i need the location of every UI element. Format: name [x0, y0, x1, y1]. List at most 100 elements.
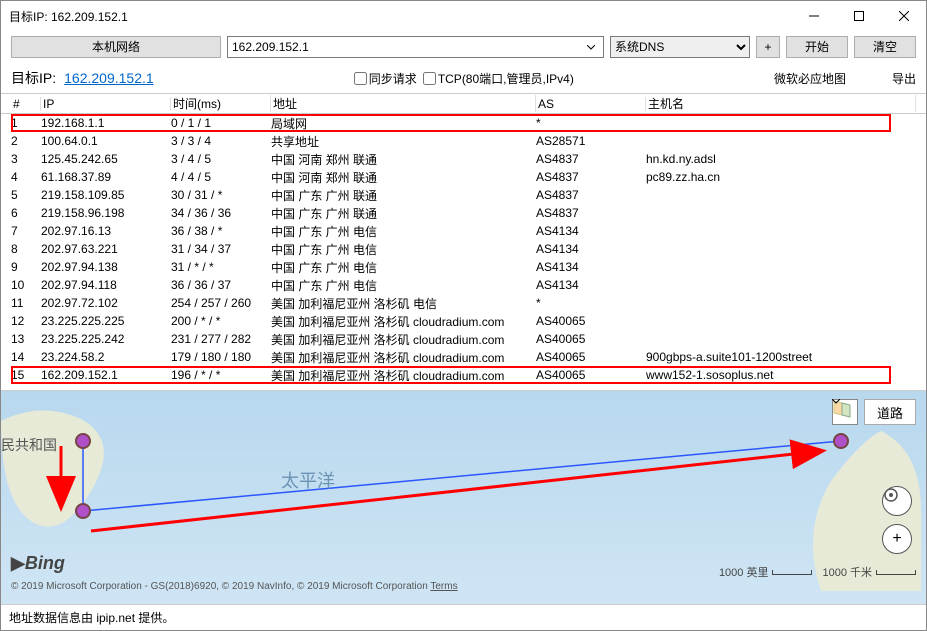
- dns-select[interactable]: 系统DNS: [610, 36, 750, 58]
- table-header: # IP 时间(ms) 地址 AS 主机名: [1, 94, 926, 114]
- cell-addr: 中国 广东 广州 联通: [271, 187, 536, 204]
- cell-host: www152-1.sosoplus.net: [646, 368, 916, 382]
- cell-time: 231 / 277 / 282: [171, 332, 271, 346]
- cell-as: AS4134: [536, 242, 646, 256]
- map-label-pacific: 太平洋: [281, 467, 335, 493]
- table-row[interactable]: 5219.158.109.8530 / 31 / *中国 广东 广州 联通AS4…: [1, 186, 926, 204]
- tcp-checkbox[interactable]: TCP(80端口,管理员,IPv4): [423, 70, 574, 87]
- local-network-button[interactable]: 本机网络: [11, 36, 221, 58]
- cell-ip: 23.225.225.225: [41, 314, 171, 328]
- toolbar: 本机网络 系统DNS + 开始 清空: [1, 31, 926, 63]
- col-as[interactable]: AS: [536, 97, 646, 111]
- cell-as: *: [536, 296, 646, 310]
- cell-as: AS40065: [536, 368, 646, 382]
- zoom-in-button[interactable]: +: [882, 524, 912, 554]
- maximize-button[interactable]: [836, 1, 881, 31]
- target-ip-link[interactable]: 162.209.152.1: [64, 70, 154, 86]
- close-button[interactable]: [881, 1, 926, 31]
- cell-ip: 23.224.58.2: [41, 350, 171, 364]
- col-host[interactable]: 主机名: [646, 95, 916, 112]
- ip-combobox[interactable]: [227, 36, 604, 58]
- cell-num: 9: [11, 260, 41, 274]
- cell-addr: 美国 加利福尼亚州 洛杉矶 cloudradium.com: [271, 313, 536, 330]
- map-label-china: 民共和国: [1, 435, 57, 455]
- cell-time: 200 / * / *: [171, 314, 271, 328]
- map-road-button[interactable]: 道路: [864, 399, 916, 425]
- col-addr[interactable]: 地址: [271, 95, 536, 112]
- cell-time: 36 / 36 / 37: [171, 278, 271, 292]
- cell-ip: 100.64.0.1: [41, 134, 171, 148]
- col-time[interactable]: 时间(ms): [171, 95, 271, 112]
- cell-as: AS40065: [536, 350, 646, 364]
- ip-input[interactable]: [232, 40, 583, 54]
- cell-addr: 美国 加利福尼亚州 洛杉矶 电信: [271, 295, 536, 312]
- cell-time: 3 / 3 / 4: [171, 134, 271, 148]
- table-row[interactable]: 1423.224.58.2179 / 180 / 180美国 加利福尼亚州 洛杉…: [1, 348, 926, 366]
- table-row[interactable]: 7202.97.16.1336 / 38 / *中国 广东 广州 电信AS413…: [1, 222, 926, 240]
- cell-num: 10: [11, 278, 41, 292]
- table-row[interactable]: 1192.168.1.10 / 1 / 1局域网*: [1, 114, 926, 132]
- target-ip-label: 目标IP:: [11, 68, 56, 88]
- cell-ip: 202.97.72.102: [41, 296, 171, 310]
- terms-link[interactable]: Terms: [430, 581, 457, 592]
- start-button[interactable]: 开始: [786, 36, 848, 58]
- bing-map-button[interactable]: 微软必应地图: [774, 70, 884, 87]
- cell-num: 8: [11, 242, 41, 256]
- cell-ip: 219.158.109.85: [41, 188, 171, 202]
- cell-ip: 219.158.96.198: [41, 206, 171, 220]
- clear-button[interactable]: 清空: [854, 36, 916, 58]
- add-button[interactable]: +: [756, 36, 780, 58]
- cell-as: AS28571: [536, 134, 646, 148]
- cell-ip: 202.97.94.118: [41, 278, 171, 292]
- table-row[interactable]: 11202.97.72.102254 / 257 / 260美国 加利福尼亚州 …: [1, 294, 926, 312]
- table-row[interactable]: 3125.45.242.653 / 4 / 5中国 河南 郑州 联通AS4837…: [1, 150, 926, 168]
- export-button[interactable]: 导出: [892, 70, 916, 87]
- cell-ip: 162.209.152.1: [41, 368, 171, 382]
- table-row[interactable]: 15162.209.152.1196 / * / *美国 加利福尼亚州 洛杉矶 …: [1, 366, 926, 384]
- cell-addr: 美国 加利福尼亚州 洛杉矶 cloudradium.com: [271, 331, 536, 348]
- cell-addr: 中国 广东 广州 电信: [271, 259, 536, 276]
- cell-num: 1: [11, 116, 41, 130]
- cell-ip: 202.97.63.221: [41, 242, 171, 256]
- cell-num: 7: [11, 224, 41, 238]
- cell-time: 3 / 4 / 5: [171, 152, 271, 166]
- cell-ip: 61.168.37.89: [41, 170, 171, 184]
- cell-ip: 125.45.242.65: [41, 152, 171, 166]
- cell-addr: 中国 河南 郑州 联通: [271, 151, 536, 168]
- chevron-down-icon[interactable]: [583, 40, 599, 54]
- table-row[interactable]: 10202.97.94.11836 / 36 / 37中国 广东 广州 电信AS…: [1, 276, 926, 294]
- cell-addr: 中国 广东 广州 电信: [271, 241, 536, 258]
- cell-addr: 中国 河南 郑州 联通: [271, 169, 536, 186]
- status-bar: 地址数据信息由 ipip.net 提供。: [1, 604, 926, 630]
- map-canvas: [1, 391, 921, 591]
- map-scale: 1000 英里 1000 千米: [719, 564, 916, 580]
- cell-num: 4: [11, 170, 41, 184]
- cell-time: 31 / * / *: [171, 260, 271, 274]
- cell-num: 5: [11, 188, 41, 202]
- cell-num: 13: [11, 332, 41, 346]
- table-row[interactable]: 9202.97.94.13831 / * / *中国 广东 广州 电信AS413…: [1, 258, 926, 276]
- table-row[interactable]: 6219.158.96.19834 / 36 / 36中国 广东 广州 联通AS…: [1, 204, 926, 222]
- col-num[interactable]: #: [11, 97, 41, 111]
- locate-button[interactable]: [882, 486, 912, 516]
- cell-host: pc89.zz.ha.cn: [646, 170, 916, 184]
- table-row[interactable]: 1223.225.225.225200 / * / *美国 加利福尼亚州 洛杉矶…: [1, 312, 926, 330]
- sub-toolbar: 目标IP: 162.209.152.1 同步请求 TCP(80端口,管理员,IP…: [1, 63, 926, 93]
- table-row[interactable]: 461.168.37.894 / 4 / 5中国 河南 郑州 联通AS4837p…: [1, 168, 926, 186]
- table-row[interactable]: 8202.97.63.22131 / 34 / 37中国 广东 广州 电信AS4…: [1, 240, 926, 258]
- col-ip[interactable]: IP: [41, 97, 171, 111]
- cell-addr: 美国 加利福尼亚州 洛杉矶 cloudradium.com: [271, 367, 536, 384]
- table-row[interactable]: 1323.225.225.242231 / 277 / 282美国 加利福尼亚州…: [1, 330, 926, 348]
- cell-ip: 202.97.94.138: [41, 260, 171, 274]
- cell-time: 34 / 36 / 36: [171, 206, 271, 220]
- cell-num: 11: [11, 296, 41, 310]
- cell-addr: 局域网: [271, 115, 536, 132]
- minimize-button[interactable]: [791, 1, 836, 31]
- cell-as: *: [536, 116, 646, 130]
- cell-num: 15: [11, 368, 41, 382]
- sync-request-checkbox[interactable]: 同步请求: [354, 70, 417, 87]
- cell-as: AS40065: [536, 314, 646, 328]
- table-row[interactable]: 2100.64.0.13 / 3 / 4共享地址AS28571: [1, 132, 926, 150]
- map-copyright: © 2019 Microsoft Corporation - GS(2018)6…: [11, 581, 458, 592]
- map[interactable]: 民共和国 太平洋 道路 + 1000 英里 1000 千米 ▶Bing © 20: [1, 391, 926, 604]
